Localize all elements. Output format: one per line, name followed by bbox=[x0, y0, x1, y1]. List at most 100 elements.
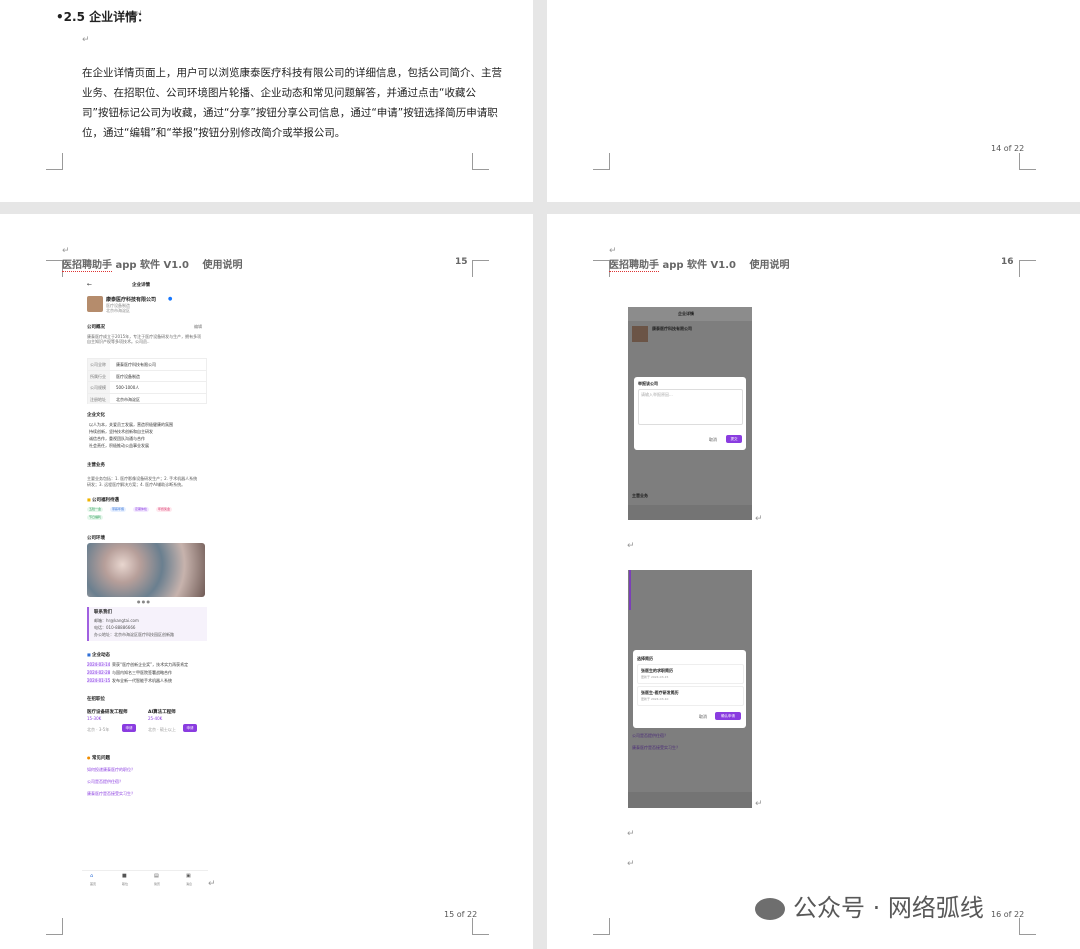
edit-button[interactable]: 编辑 bbox=[194, 324, 202, 330]
resume-option[interactable]: 张医生的求职简历 更新于 2024-03-15 bbox=[637, 664, 744, 684]
home-icon[interactable]: ⌂ bbox=[90, 873, 93, 879]
table-key: 所属行业 bbox=[90, 373, 106, 379]
crop-mark bbox=[472, 153, 489, 170]
header-app-name: 医招聘助手 bbox=[609, 260, 659, 272]
faq-item[interactable]: 康泰医疗是否接受实习生？ bbox=[87, 791, 135, 797]
dialog-title: 举报该公司 bbox=[638, 381, 658, 386]
watermark: 公众号 · 网络弧线 bbox=[755, 888, 1055, 928]
nav-jobs[interactable]: 职位 bbox=[122, 882, 128, 886]
job-name: AI算法工程师 bbox=[148, 710, 176, 715]
faq-item[interactable]: 公司是否提供住宿？ bbox=[87, 779, 123, 785]
nav-resume[interactable]: 简历 bbox=[154, 882, 160, 886]
intro-text: 康泰医疗成立于2015年，专注于医疗设备研发与生产，拥有多项自主知识产权等多项技… bbox=[87, 334, 202, 344]
resume-name: 张医生的求职简历 bbox=[641, 668, 673, 673]
news-date: 2024-01-15 bbox=[87, 678, 111, 683]
culture-item: 诚信合作，重视团队沟通与合作 bbox=[89, 436, 145, 441]
apply-button[interactable]: 申请 bbox=[183, 724, 197, 732]
culture-item: 持续创新，坚持技术创新和自主研发 bbox=[89, 429, 153, 434]
dimmed-nav-bar bbox=[628, 792, 752, 808]
jobs-title: 在招职位 bbox=[87, 697, 105, 702]
confirm-apply-button[interactable]: 确认申请 bbox=[715, 712, 741, 720]
table-value: 500-1000人 bbox=[116, 385, 140, 390]
header-app-name: 医招聘助手 bbox=[62, 260, 112, 272]
document-page-14-top: •2.5 企业详情： ↵ ↵ 在企业详情页面上，用户可以浏览康泰医疗科技有限公司… bbox=[0, 0, 533, 202]
job-salary: 15-30K bbox=[87, 716, 102, 721]
crop-mark bbox=[1019, 153, 1036, 170]
resume-select-dialog: 选择简历 张医生的求职简历 更新于 2024-03-15 张医生-医疗研发简历 … bbox=[633, 650, 746, 728]
job-meta: 北京 · 硕士以上 bbox=[148, 727, 176, 732]
cancel-button[interactable]: 取消 bbox=[709, 437, 717, 443]
contact-email: 邮箱：hr@kangtai.com bbox=[94, 618, 139, 623]
welfare-tag: 定期体检 bbox=[133, 507, 150, 512]
resume-date: 更新于 2024-03-10 bbox=[641, 697, 669, 701]
header-page-number: 15 bbox=[455, 257, 468, 267]
job-name: 医疗设备研发工程师 bbox=[87, 710, 128, 715]
nav-home[interactable]: 首页 bbox=[90, 882, 96, 886]
culture-title: 企业文化 bbox=[87, 413, 105, 418]
header-title: app 软件 V1.0 使用说明 bbox=[659, 260, 790, 271]
textarea-placeholder: 请输入举报原因... bbox=[641, 392, 673, 397]
company-avatar bbox=[632, 326, 648, 342]
company-name: 康泰医疗科技有限公司 bbox=[106, 297, 157, 303]
resume-date: 更新于 2024-03-15 bbox=[641, 675, 669, 679]
table-value: 医疗设备制造 bbox=[116, 373, 140, 379]
screenshot-resume-dialog: 选择简历 张医生的求职简历 更新于 2024-03-15 张医生-医疗研发简历 … bbox=[628, 570, 752, 808]
faq-item[interactable]: 公司是否提供住宿？ bbox=[632, 733, 668, 739]
environment-carousel-image[interactable] bbox=[87, 543, 205, 597]
faq-item[interactable]: 如何投递康泰医疗的职位？ bbox=[87, 767, 135, 773]
verified-icon: ● bbox=[168, 296, 173, 302]
contact-card: 联系我们 邮箱：hr@kangtai.com 电话：010-88886666 办… bbox=[87, 607, 207, 641]
company-name: 康泰医疗科技有限公司 bbox=[652, 326, 692, 331]
news-text: 发布全新一代智能手术机器人系统 bbox=[112, 678, 172, 683]
nav-messages[interactable]: 消息 bbox=[186, 882, 192, 886]
news-text: 与国内知名三甲医院签署战略合作 bbox=[112, 670, 172, 675]
crop-mark bbox=[46, 260, 63, 277]
paragraph-mark: ↵ bbox=[627, 829, 635, 839]
welfare-tag: 节日福利 bbox=[87, 515, 104, 520]
paragraph-mark: ↵ bbox=[755, 799, 763, 809]
page-number: 14 of 22 bbox=[991, 144, 1025, 153]
company-location: 北京市海淀区 bbox=[106, 308, 130, 313]
table-key: 公司规模 bbox=[90, 385, 106, 390]
phone-screenshot-company-detail: ← 企业详情 康泰医疗科技有限公司 ● 医疗设备制造 北京市海淀区 公司概况 编… bbox=[82, 278, 208, 888]
back-arrow-icon[interactable]: ← bbox=[87, 281, 92, 288]
calendar-icon: ■ bbox=[87, 652, 91, 657]
report-dialog: 举报该公司 请输入举报原因... 取消 提交 bbox=[634, 377, 746, 450]
contact-phone: 电话：010-88886666 bbox=[94, 625, 136, 630]
resume-name: 张医生-医疗研发简历 bbox=[641, 690, 679, 695]
welfare-tag: 年终奖金 bbox=[156, 507, 173, 512]
cancel-button[interactable]: 取消 bbox=[699, 714, 707, 720]
paragraph-mark: ↵ bbox=[627, 859, 635, 869]
document-page-16: ↵ 医招聘助手 app 软件 V1.0 使用说明 16 企业详情 康泰医疗科技有… bbox=[547, 214, 1080, 949]
faq-item[interactable]: 康泰医疗是否接受实习生？ bbox=[632, 745, 680, 751]
running-header: 医招聘助手 app 软件 V1.0 使用说明 bbox=[62, 256, 243, 272]
contact-address: 办公地址：北京市海淀区医疗科技园区创新路 bbox=[94, 632, 174, 637]
table-value: 康泰医疗科技有限公司 bbox=[116, 362, 156, 367]
report-reason-textarea[interactable]: 请输入举报原因... bbox=[638, 389, 743, 425]
message-icon[interactable]: ▣ bbox=[186, 873, 191, 879]
culture-item: 社会责任，积极推动公益事业发展 bbox=[89, 443, 149, 448]
welfare-tag: 带薪年假 bbox=[110, 507, 127, 512]
dialog-title: 选择简历 bbox=[637, 656, 653, 661]
section-body-text: 在企业详情页面上，用户可以浏览康泰医疗科技有限公司的详细信息，包括公司简介、主营… bbox=[82, 67, 502, 139]
watermark-text: 公众号 · 网络弧线 bbox=[793, 894, 984, 922]
screenshot-report-dialog: 企业详情 康泰医疗科技有限公司 举报该公司 请输入举报原因... 取消 提交 主… bbox=[628, 307, 752, 520]
paragraph-mark: ↵ bbox=[62, 246, 70, 256]
crop-mark bbox=[593, 918, 610, 935]
submit-button[interactable]: 提交 bbox=[726, 435, 742, 443]
carousel-dots: ● ● ● bbox=[137, 599, 151, 604]
apply-button[interactable]: 申请 bbox=[122, 724, 136, 732]
crop-mark bbox=[593, 153, 610, 170]
briefcase-icon[interactable]: ■ bbox=[122, 873, 127, 879]
header-page-number: 16 bbox=[1001, 257, 1014, 267]
job-salary: 25-40K bbox=[148, 716, 163, 721]
welfare-tag: 五险一金 bbox=[87, 507, 104, 512]
header-title: app 软件 V1.0 使用说明 bbox=[112, 260, 243, 271]
business-title: 主营业务 bbox=[87, 463, 105, 468]
table-key: 公司全称 bbox=[90, 362, 106, 367]
crop-mark bbox=[472, 260, 489, 277]
document-icon[interactable]: ▤ bbox=[154, 873, 159, 879]
resume-option[interactable]: 张医生-医疗研发简历 更新于 2024-03-10 bbox=[637, 686, 744, 706]
faq-title: 常见问题 bbox=[92, 756, 110, 761]
section-title: 主营业务 bbox=[632, 493, 648, 498]
